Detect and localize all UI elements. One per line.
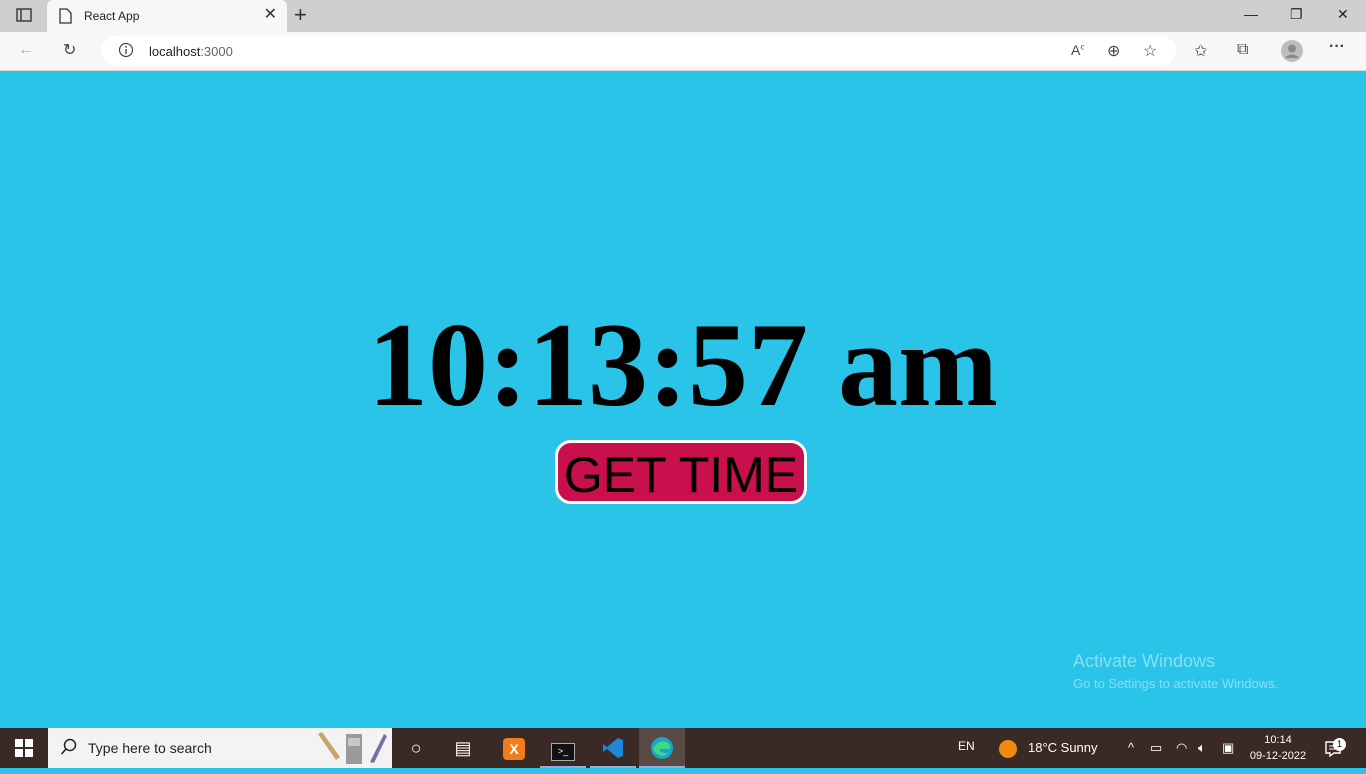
weather-text[interactable]: 18°C Sunny [1028,728,1098,768]
tab-actions-icon[interactable] [16,7,32,28]
widgets-icon[interactable]: ▤ [440,728,486,768]
watermark-subtitle: Go to Settings to activate Windows. [1073,676,1279,691]
search-highlight-icon [314,730,388,771]
search-icon [60,738,78,761]
zoom-icon[interactable]: ⊕ [1107,41,1120,61]
taskbar: Type here to search ○ ▤ X >_ EN 18°C Sun… [0,728,1366,768]
meet-now-icon[interactable]: ▣ [1222,728,1234,768]
tab-title: React App [84,9,140,23]
collections-icon[interactable]: ⧉ [1237,41,1248,59]
new-tab-icon[interactable]: + [294,4,307,26]
info-icon[interactable] [118,42,134,63]
address-toolbar: ← ↻ localhost:3000 Aⅽ ⊕ ☆ ✩ ⧉ ··· [0,32,1366,71]
back-icon[interactable]: ← [18,41,34,59]
notifications-icon[interactable]: 1 [1324,728,1346,768]
task-view-icon[interactable]: ○ [393,728,439,768]
weather-sun-icon[interactable] [998,728,1018,768]
taskbar-date: 09-12-2022 [1249,750,1307,762]
watermark-title: Activate Windows [1073,651,1216,671]
taskbar-search[interactable]: Type here to search [48,728,392,768]
close-window-icon[interactable]: ✕ [1337,6,1349,23]
read-aloud-icon[interactable]: Aⅽ [1071,42,1085,58]
minimize-icon[interactable]: — [1244,6,1258,22]
url-text[interactable]: localhost:3000 [149,44,233,59]
vscode-icon[interactable] [590,728,636,768]
volume-icon[interactable]: 🔈︎ [1198,728,1206,768]
notification-count: 1 [1333,738,1346,751]
browser-tab[interactable]: React App ✕ [47,0,287,32]
windows-logo-icon [15,739,33,757]
time-display: 10:13:57 am [368,298,998,431]
browser-tab-bar: React App ✕ + — ❐ ✕ [0,0,1366,32]
more-menu-icon[interactable]: ··· [1329,38,1345,56]
profile-avatar-icon[interactable] [1281,40,1303,67]
close-tab-icon[interactable]: ✕ [264,7,277,23]
wifi-icon[interactable]: ◠ [1176,728,1187,768]
app-page: 10:13:57 am GET TIME Activate Windows Go… [0,71,1366,728]
language-indicator[interactable]: EN [958,728,975,768]
taskbar-time: 10:14 [1264,734,1292,746]
get-time-button[interactable]: GET TIME [555,440,807,504]
url-host: localhost [149,44,201,59]
search-placeholder: Type here to search [88,740,212,756]
xampp-icon[interactable]: X [491,728,537,768]
refresh-icon[interactable]: ↻ [63,40,76,60]
show-hidden-icons-icon[interactable]: ^ [1128,728,1134,768]
restore-icon[interactable]: ❐ [1290,6,1303,23]
start-button[interactable] [0,728,48,768]
edge-icon[interactable] [639,728,685,768]
favorites-icon[interactable]: ✩ [1194,41,1207,61]
activate-windows-watermark: Activate Windows Go to Settings to activ… [1073,651,1278,691]
page-icon [59,8,72,29]
battery-icon[interactable]: ▭ [1150,728,1162,768]
address-bar[interactable]: localhost:3000 Aⅽ ⊕ ☆ [101,36,1176,66]
url-port: :3000 [200,44,233,59]
add-favorite-icon[interactable]: ☆ [1143,41,1157,61]
terminal-icon[interactable]: >_ [540,728,586,768]
taskbar-clock[interactable]: 10:14 09-12-2022 [1245,732,1311,764]
